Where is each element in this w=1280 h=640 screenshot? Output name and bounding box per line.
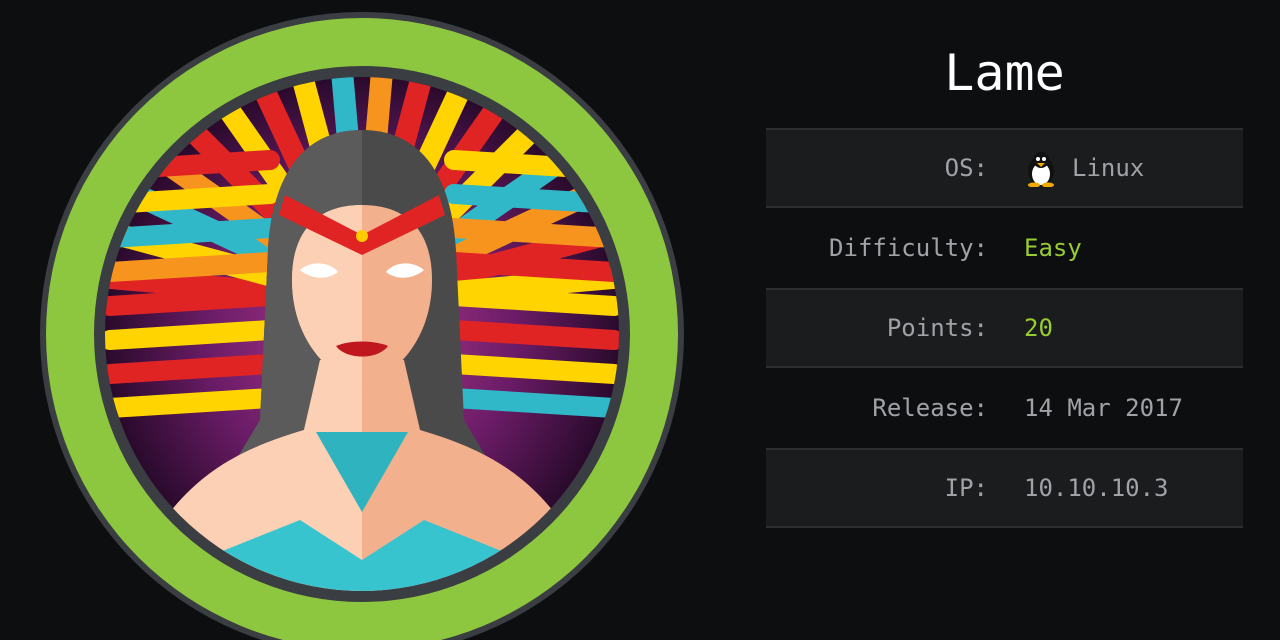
points-label: Points: — [886, 314, 988, 342]
difficulty-label: Difficulty: — [829, 234, 988, 262]
headband-gem — [356, 230, 368, 242]
feather-ray — [105, 286, 280, 316]
machine-info-table: OS: Linux Difficulty: Easy Points: 20 Re… — [766, 128, 1243, 528]
os-label: OS: — [944, 154, 988, 182]
feather-ray — [105, 218, 280, 248]
release-row: Release: 14 Mar 2017 — [766, 368, 1243, 448]
machine-avatar — [40, 12, 684, 640]
machine-title: Lame — [944, 44, 1065, 102]
feather-ray — [444, 354, 619, 384]
feather-ray — [105, 354, 280, 384]
feather-ray — [444, 320, 619, 350]
feather-ray — [105, 252, 280, 282]
feather-ray — [105, 320, 280, 350]
feather-ray — [444, 218, 619, 248]
feather-ray — [444, 388, 619, 418]
points-value: 20 — [1024, 314, 1053, 342]
os-row: OS: Linux — [766, 128, 1243, 208]
linux-tux-icon — [1028, 152, 1054, 187]
ip-value: 10.10.10.3 — [1024, 474, 1169, 502]
os-value-group: Linux — [1024, 149, 1144, 187]
feather-ray — [444, 286, 619, 316]
feather-ray — [444, 252, 619, 282]
release-label: Release: — [872, 394, 988, 422]
os-value: Linux — [1072, 154, 1145, 182]
ip-label: IP: — [944, 474, 988, 502]
release-value: 14 Mar 2017 — [1024, 394, 1183, 422]
difficulty-value: Easy — [1024, 234, 1082, 262]
points-row: Points: 20 — [766, 288, 1243, 368]
ip-row: IP: 10.10.10.3 — [766, 448, 1243, 528]
difficulty-row: Difficulty: Easy — [766, 208, 1243, 288]
feather-ray — [105, 388, 280, 418]
